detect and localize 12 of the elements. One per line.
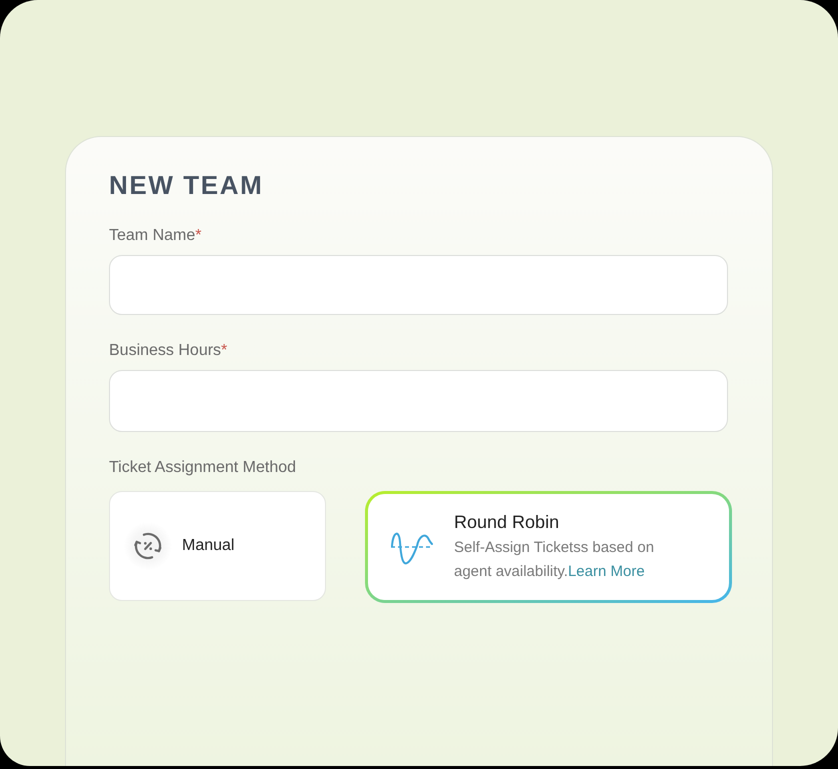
- option-title: Round Robin: [454, 511, 560, 534]
- form-title: NEW TEAM: [109, 169, 264, 202]
- option-card[interactable]: Manual: [109, 491, 326, 601]
- input-field[interactable]: [109, 370, 728, 432]
- option-title: Manual: [182, 536, 234, 556]
- learn-more-link[interactable]: Learn More: [568, 563, 645, 580]
- field-label: Business Hours*: [109, 341, 228, 361]
- option-description: Self-Assign Ticketss based on agent availability.Learn More: [454, 538, 656, 582]
- option-card[interactable]: Round Robin Self-Assign Ticketss based on agent availability.Learn More: [365, 491, 732, 603]
- input-field[interactable]: [109, 255, 728, 315]
- field-label: Ticket Assignment Method: [109, 458, 296, 478]
- field-label: Team Name*: [109, 226, 202, 246]
